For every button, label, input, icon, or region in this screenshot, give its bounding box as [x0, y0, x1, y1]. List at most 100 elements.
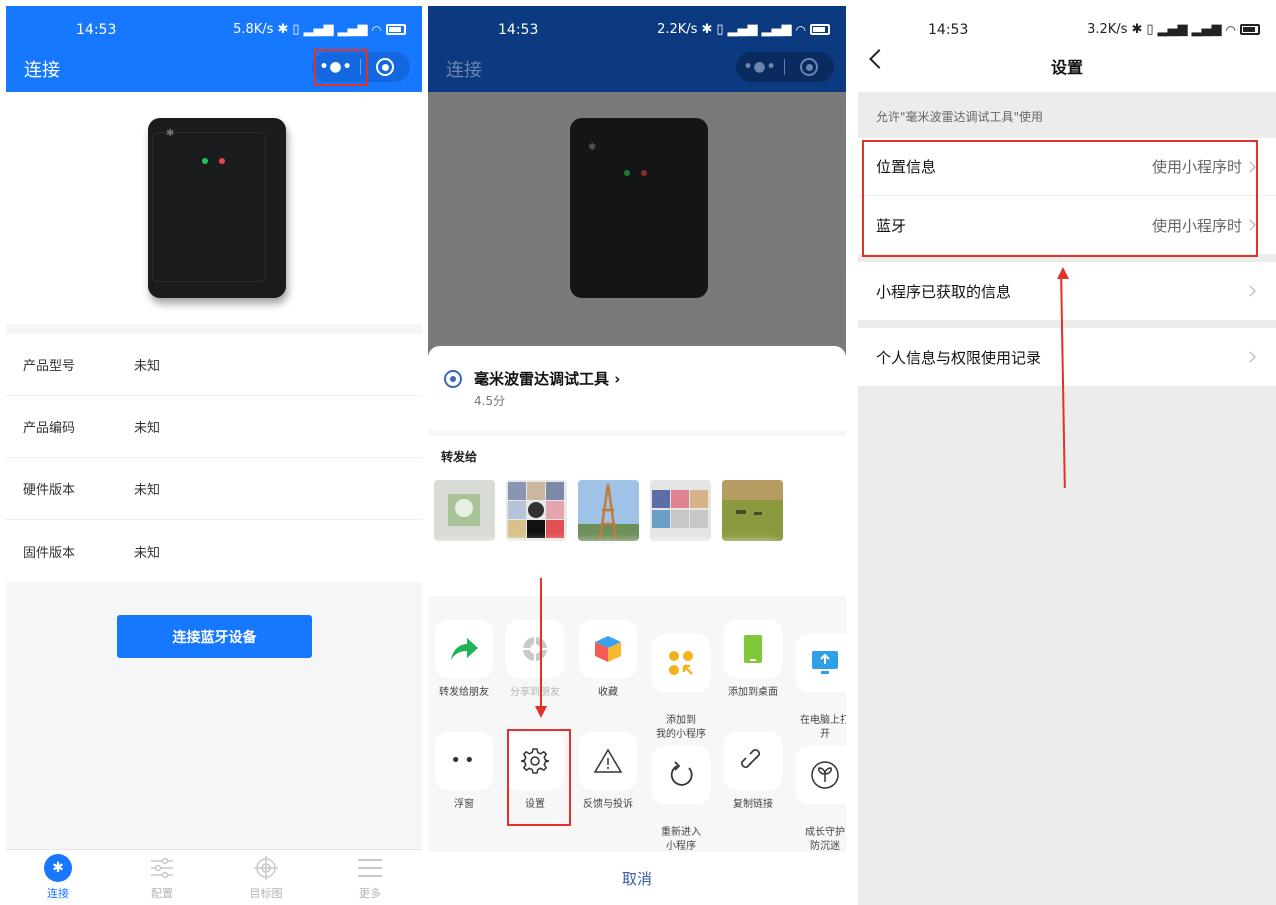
page-title: 连接	[24, 60, 60, 81]
bluetooth-icon: ✱	[277, 22, 289, 37]
tab-more[interactable]: 更多	[318, 850, 422, 905]
crosshair-icon	[252, 854, 280, 882]
status-time: 14:53	[928, 22, 969, 38]
link-icon	[724, 732, 782, 790]
sprout-icon	[796, 746, 846, 804]
action-open-on-pc[interactable]: 在电脑上打 开	[794, 620, 846, 742]
cancel-button[interactable]: 取消	[428, 852, 846, 905]
status-right: 5.8K/s ✱ ▯ ▂▄▆ ▂▄▆ ◠	[233, 22, 406, 37]
action-float-window[interactable]: •• 浮窗	[433, 732, 495, 812]
vibrate-icon: ▯	[292, 22, 300, 37]
device-bluetooth-icon: ✱	[166, 128, 175, 139]
contact-avatar[interactable]	[578, 480, 639, 541]
device-image-area: ✱	[6, 92, 422, 324]
battery-icon	[386, 24, 406, 35]
tab-config[interactable]: 配置	[110, 850, 214, 905]
action-label: 成长守护 防沉迷	[805, 827, 845, 852]
action-add-to-desktop[interactable]: 添加到桌面	[722, 620, 784, 700]
signal-icon: ▂▄▆	[727, 22, 758, 37]
info-value: 未知	[134, 483, 161, 498]
status-speed: 3.2K/s	[1087, 22, 1128, 37]
tab-label: 连接	[47, 887, 69, 900]
status-right: 3.2K/s ✱ ▯ ▂▄▆ ▂▄▆ ◠	[1087, 22, 1260, 37]
menu-icon	[356, 854, 384, 882]
close-miniprogram-button[interactable]	[785, 58, 833, 76]
group-avatar[interactable]	[506, 480, 567, 541]
tab-bar: ✱ 连接 配置 目标图 更多	[6, 849, 422, 905]
radar-device-image: ✱	[570, 118, 708, 298]
signal-icon-2: ▂▄▆	[761, 22, 792, 37]
tab-label: 配置	[151, 887, 173, 900]
panel-share-menu: 14:53 2.2K/s ✱ ▯ ▂▄▆ ▂▄▆ ◠ 连接 •●• ✱ 毫米波雷…	[428, 6, 846, 905]
action-label: 添加到桌面	[728, 687, 778, 698]
info-row: 固件版本 未知	[6, 520, 422, 582]
share-arrow-icon	[435, 620, 493, 678]
panel-settings: 14:53 3.2K/s ✱ ▯ ▂▄▆ ▂▄▆ ◠ 设置 允许"毫米波雷达调试…	[858, 6, 1276, 905]
vibrate-icon: ▯	[1146, 22, 1154, 37]
bluetooth-icon: ✱	[44, 854, 72, 882]
action-forward-friend[interactable]: 转发给朋友	[433, 620, 495, 700]
action-share-moments[interactable]: 分享到朋友	[504, 620, 566, 700]
more-menu-button[interactable]: •●•	[736, 59, 784, 75]
action-label: 分享到朋友	[510, 687, 560, 698]
info-value: 未知	[134, 421, 161, 436]
bluetooth-icon: ✱	[701, 22, 713, 37]
battery-icon	[1240, 24, 1260, 35]
info-row: 产品型号 未知	[6, 334, 422, 396]
info-label: 硬件版本	[23, 483, 76, 498]
green-led	[202, 158, 208, 164]
device-face	[152, 132, 266, 282]
action-label: 复制链接	[733, 799, 773, 810]
blurred-contact-names	[432, 551, 782, 577]
info-label: 产品编码	[23, 421, 76, 436]
group-avatar[interactable]	[650, 480, 711, 541]
tab-connect[interactable]: ✱ 连接	[6, 850, 110, 905]
vibrate-icon: ▯	[716, 22, 724, 37]
target-icon	[800, 58, 818, 76]
action-add-my-miniprogram[interactable]: 添加到 我的小程序	[650, 620, 712, 742]
chevron-right-icon	[1244, 351, 1256, 363]
action-reenter[interactable]: 重新进入 小程序	[650, 732, 712, 854]
dots-icon: ••	[435, 732, 493, 790]
wifi-icon: ◠	[371, 22, 382, 37]
radar-device-image: ✱	[148, 118, 286, 298]
screenshot-stage: 14:53 5.8K/s ✱ ▯ ▂▄▆ ▂▄▆ ◠ 连接 •●• ✱ 产品型号…	[0, 0, 1276, 905]
app-name: 毫米波雷达调试工具 ›	[474, 370, 621, 388]
panel-connect: 14:53 5.8K/s ✱ ▯ ▂▄▆ ▂▄▆ ◠ 连接 •●• ✱ 产品型号…	[6, 6, 422, 905]
forward-section: 转发给	[428, 436, 846, 596]
info-label: 固件版本	[23, 545, 76, 561]
target-icon	[376, 58, 394, 76]
contact-avatar[interactable]	[434, 480, 495, 541]
setting-row-privacy-records[interactable]: 个人信息与权限使用记录	[858, 328, 1276, 386]
signal-icon-2: ▂▄▆	[1191, 22, 1222, 37]
action-anti-addiction[interactable]: 成长守护 防沉迷	[794, 732, 846, 854]
action-label: 反馈与投诉	[583, 799, 633, 810]
connect-bluetooth-button[interactable]: 连接蓝牙设备	[117, 615, 312, 658]
forward-label: 转发给	[441, 450, 478, 464]
bluetooth-icon: ✱	[1131, 22, 1143, 37]
miniprogram-info[interactable]: 毫米波雷达调试工具 › 4.5分	[428, 346, 846, 430]
info-value: 未知	[134, 545, 161, 561]
page-title: 设置	[1050, 58, 1083, 77]
status-speed: 5.8K/s	[233, 22, 274, 37]
highlight-permissions	[862, 140, 1258, 257]
tab-label: 目标图	[249, 887, 283, 900]
status-time: 14:53	[498, 22, 539, 38]
chevron-right-icon	[1244, 285, 1256, 297]
wifi-icon: ◠	[1225, 22, 1236, 37]
close-miniprogram-button[interactable]	[361, 58, 409, 76]
page-title: 连接	[446, 60, 482, 81]
action-feedback[interactable]: 反馈与投诉	[577, 732, 639, 812]
tab-target-map[interactable]: 目标图	[214, 850, 318, 905]
red-led	[219, 158, 225, 164]
battery-icon	[810, 24, 830, 35]
action-favorite[interactable]: 收藏	[577, 620, 639, 700]
phone-icon	[724, 620, 782, 678]
add-miniprogram-icon	[652, 634, 710, 692]
warning-icon	[579, 732, 637, 790]
moments-icon	[506, 620, 564, 678]
nav-bar: 14:53 3.2K/s ✱ ▯ ▂▄▆ ▂▄▆ ◠ 设置	[858, 6, 1276, 92]
action-copy-link[interactable]: 复制链接	[722, 732, 784, 812]
signal-icon: ▂▄▆	[1157, 22, 1188, 37]
contact-avatar[interactable]	[722, 480, 783, 541]
